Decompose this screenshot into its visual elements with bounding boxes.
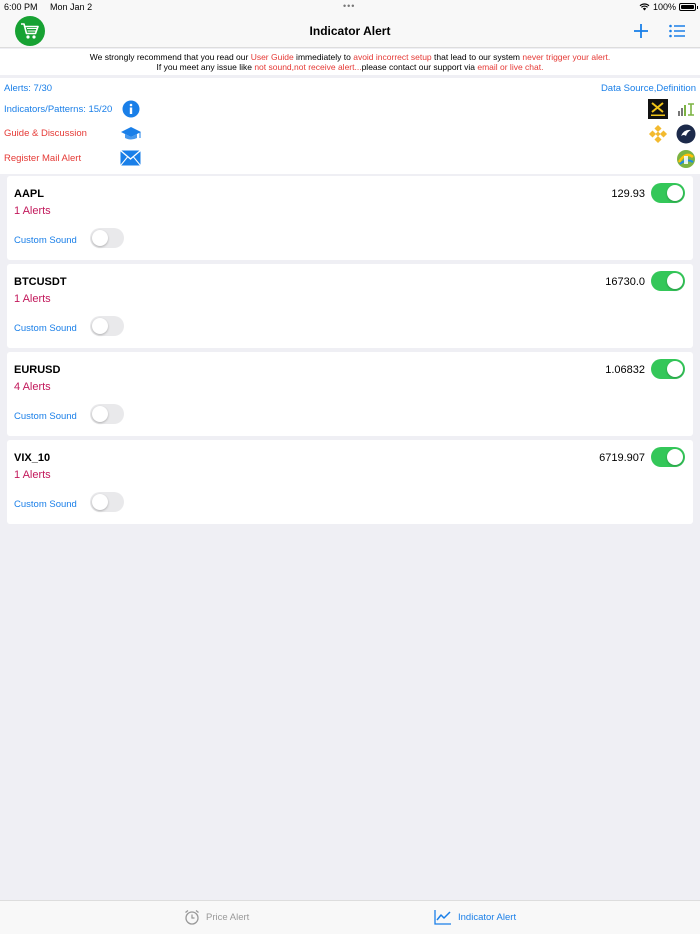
card-price: 6719.907 — [599, 452, 645, 464]
card-symbol: BTCUSDT — [14, 276, 67, 288]
alert-enable-toggle[interactable] — [651, 271, 685, 291]
wifi-icon — [639, 3, 650, 11]
list-menu-button[interactable] — [668, 22, 686, 40]
battery-icon — [679, 3, 698, 11]
status-right: 100% — [639, 2, 698, 12]
guide-discussion-link[interactable]: Guide & Discussion — [4, 128, 87, 139]
custom-sound-label: Custom Sound — [14, 323, 77, 334]
custom-sound-label: Custom Sound — [14, 235, 77, 246]
custom-sound-toggle[interactable] — [90, 404, 124, 424]
page-title: Indicator Alert — [309, 24, 391, 38]
info-panel: Alerts: 7/30 Indicators/Patterns: 15/20 … — [0, 78, 700, 174]
card-price: 16730.0 — [605, 276, 645, 288]
notice-line-2: If you meet any issue like not sound,not… — [156, 62, 544, 72]
tab-label: Indicator Alert — [458, 911, 517, 923]
custom-sound-toggle[interactable] — [90, 228, 124, 248]
support-contact-link[interactable]: email or live chat. — [477, 62, 543, 72]
status-bar: 6:00 PM Mon Jan 2 ••• 100% — [0, 0, 700, 14]
icmarkets-logo-icon[interactable] — [676, 99, 696, 119]
alert-card[interactable]: BTCUSDT 1 Alerts 16730.0 Custom Sound — [7, 264, 693, 348]
custom-sound-label: Custom Sound — [14, 411, 77, 422]
card-alerts-count[interactable]: 1 Alerts — [14, 205, 51, 217]
alert-enable-toggle[interactable] — [651, 359, 685, 379]
metatrader-logo-icon[interactable] — [676, 149, 696, 169]
mail-icon[interactable] — [120, 150, 141, 166]
line-chart-icon — [434, 910, 451, 925]
alerts-count: Alerts: 7/30 — [4, 83, 53, 94]
card-symbol: EURUSD — [14, 364, 61, 376]
custom-sound-toggle[interactable] — [90, 492, 124, 512]
tab-label: Price Alert — [206, 911, 250, 923]
add-alert-button[interactable] — [632, 22, 650, 40]
notice-banner: We strongly recommend that you read our … — [0, 49, 700, 75]
exness-logo-icon[interactable] — [648, 99, 668, 119]
alert-enable-toggle[interactable] — [651, 183, 685, 203]
tab-indicator-alert[interactable]: Indicator Alert — [434, 909, 516, 925]
status-left: 6:00 PM Mon Jan 2 — [4, 2, 102, 12]
status-time: 6:00 PM — [4, 2, 38, 12]
info-icon[interactable] — [122, 100, 140, 118]
alarm-clock-icon — [185, 909, 199, 925]
custom-sound-toggle[interactable] — [90, 316, 124, 336]
status-date: Mon Jan 2 — [50, 2, 93, 12]
custom-sound-label: Custom Sound — [14, 499, 77, 510]
card-alerts-count[interactable]: 1 Alerts — [14, 469, 51, 481]
card-price: 1.06832 — [605, 364, 645, 376]
battery-percent: 100% — [652, 2, 676, 12]
register-mail-alert-link[interactable]: Register Mail Alert — [4, 153, 81, 164]
card-alerts-count[interactable]: 1 Alerts — [14, 293, 51, 305]
indicators-patterns-count[interactable]: Indicators/Patterns: 15/20 — [4, 104, 112, 115]
tab-bar: Price Alert Indicator Alert — [0, 900, 700, 934]
card-alerts-count[interactable]: 4 Alerts — [14, 381, 51, 393]
binance-logo-icon[interactable] — [648, 124, 668, 144]
alert-card[interactable]: VIX_10 1 Alerts 6719.907 Custom Sound — [7, 440, 693, 524]
nav-bar: Indicator Alert — [0, 14, 700, 48]
card-price: 129.93 — [611, 188, 645, 200]
alert-card[interactable]: EURUSD 4 Alerts 1.06832 Custom Sound — [7, 352, 693, 436]
broker-eagle-logo-icon[interactable] — [676, 124, 696, 144]
card-symbol: AAPL — [14, 188, 44, 200]
user-guide-link[interactable]: User Guide — [251, 52, 294, 62]
notice-line-1: We strongly recommend that you read our … — [89, 52, 611, 62]
tab-price-alert[interactable]: Price Alert — [184, 909, 249, 925]
alert-card[interactable]: AAPL 1 Alerts 129.93 Custom Sound — [7, 176, 693, 260]
card-symbol: VIX_10 — [14, 452, 51, 464]
multitask-dots-icon[interactable]: ••• — [343, 1, 355, 11]
alert-enable-toggle[interactable] — [651, 447, 685, 467]
graduation-cap-icon[interactable] — [120, 124, 142, 142]
data-source-definition-link[interactable]: Data Source,Definition — [601, 83, 696, 94]
